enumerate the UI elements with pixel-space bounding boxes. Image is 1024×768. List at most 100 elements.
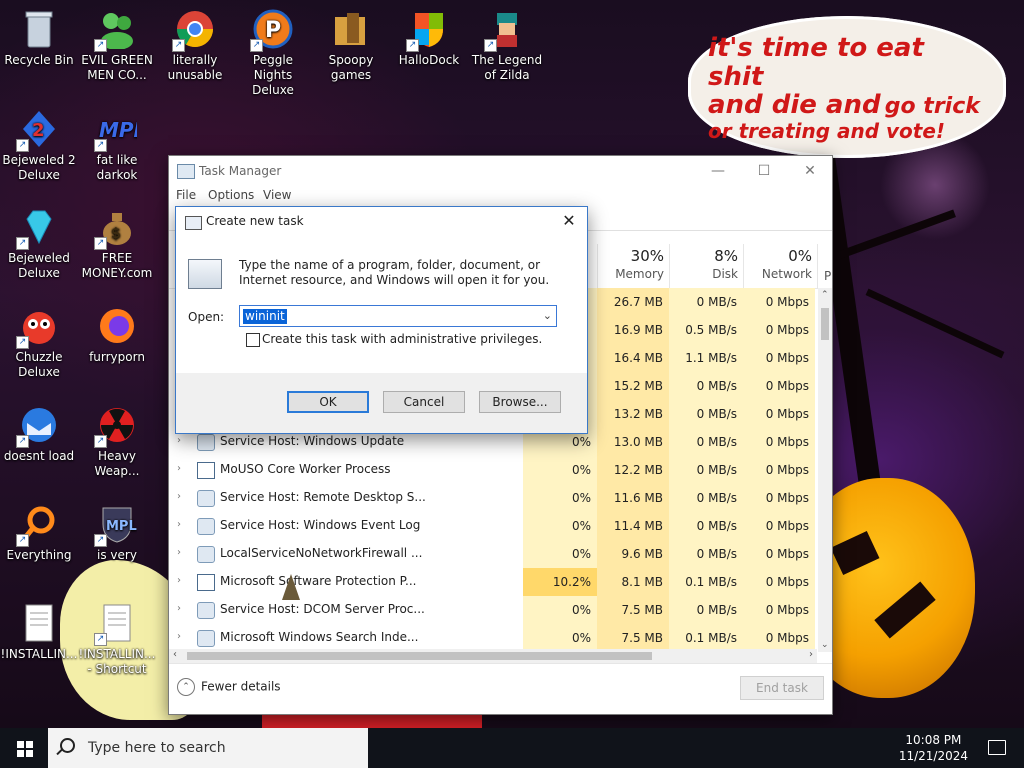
dialog-close-button[interactable]: ✕ bbox=[555, 207, 583, 235]
minimize-button[interactable]: — bbox=[695, 156, 741, 186]
taskbar-search[interactable]: Type here to search bbox=[48, 728, 368, 768]
process-icon bbox=[197, 518, 215, 535]
desktop-icon-spoopy-games[interactable]: Spoopy games bbox=[312, 8, 390, 83]
desktop-icon-zilda[interactable]: ↗ The Legend of Zilda bbox=[468, 8, 546, 83]
network-cell: 0 Mbps bbox=[743, 372, 815, 400]
vertical-scroll-thumb[interactable] bbox=[821, 308, 829, 340]
desktop-icon-hallodock[interactable]: ↗ HalloDock bbox=[390, 8, 468, 68]
desktop-icon-installing[interactable]: !INSTALLIN... bbox=[0, 602, 78, 662]
network-cell: 0 Mbps bbox=[743, 288, 815, 316]
pumpkin-eye bbox=[830, 530, 880, 576]
desktop-icon-firefox[interactable]: furryporn bbox=[78, 305, 156, 365]
table-row[interactable]: › LocalServiceNoNetworkFirewall ... 0% 9.6 … bbox=[169, 540, 819, 568]
menu-file[interactable]: File bbox=[176, 188, 196, 202]
table-row[interactable]: › MoUSO Core Worker Process 0% 12.2 MB 0 MB/… bbox=[169, 456, 819, 484]
vertical-scrollbar[interactable]: ⌃ ⌄ bbox=[818, 288, 832, 652]
table-row[interactable]: › Microsoft Software Protection P... 10.2%… bbox=[169, 568, 819, 596]
table-row[interactable]: › Microsoft Windows Search Inde... 0% 7.5 M… bbox=[169, 624, 819, 652]
horizontal-scrollbar[interactable]: ‹ › bbox=[169, 649, 817, 663]
process-icon bbox=[197, 630, 215, 647]
expand-chevron-icon[interactable]: › bbox=[177, 463, 181, 474]
desktop-icon-thunderbird[interactable]: ↗ doesnt load bbox=[0, 404, 78, 464]
column-partial[interactable]: P bbox=[817, 244, 831, 288]
firefox-icon bbox=[96, 305, 138, 347]
mpl-icon: MPL↗ bbox=[94, 108, 138, 152]
memory-cell: 16.4 MB bbox=[597, 344, 669, 372]
desktop-icon-installing-shortcut[interactable]: ↗ !INSTALLIN... - Shortcut bbox=[78, 602, 156, 677]
desktop-icon-evil-green-men[interactable]: ↗ EVIL GREEN MEN CO... bbox=[78, 8, 156, 83]
speech-bubble-text: it's time to eat shit and die and go tri… bbox=[708, 34, 988, 142]
table-row[interactable]: › Service Host: Remote Desktop S... 0% 11.6… bbox=[169, 484, 819, 512]
admin-privileges-checkbox[interactable] bbox=[246, 333, 260, 347]
system-clock[interactable]: 10:08 PM 11/21/2024 bbox=[899, 732, 968, 764]
menu-view[interactable]: View bbox=[263, 188, 291, 202]
process-name: Service Host: Windows Event Log bbox=[220, 518, 421, 532]
notification-icon[interactable] bbox=[988, 740, 1006, 755]
table-row[interactable]: › Service Host: Windows Event Log 0% 11.4 M… bbox=[169, 512, 819, 540]
fewer-details-button[interactable]: ⌃ Fewer details bbox=[177, 678, 281, 696]
end-task-button[interactable]: End task bbox=[740, 676, 824, 700]
desktop-icon-free-money[interactable]: $ ↗ FREE MONEY.com bbox=[78, 206, 156, 281]
svg-text:2: 2 bbox=[32, 120, 45, 141]
process-icon bbox=[197, 434, 215, 451]
dialog-description: Type the name of a program, folder, docu… bbox=[239, 258, 550, 287]
chevron-up-icon: ⌃ bbox=[177, 678, 195, 696]
disk-cell: 0.5 MB/s bbox=[669, 316, 743, 344]
desktop-icon-recycle-bin[interactable]: Recycle Bin bbox=[0, 8, 78, 68]
memory-cell: 15.2 MB bbox=[597, 372, 669, 400]
horizontal-scroll-thumb[interactable] bbox=[187, 652, 652, 660]
ok-button[interactable]: OK bbox=[287, 391, 369, 413]
expand-chevron-icon[interactable]: › bbox=[177, 435, 181, 446]
desktop-icon-is-very[interactable]: MPL ↗ is very bbox=[78, 503, 156, 563]
desktop-icon-everything[interactable]: ↗ Everything bbox=[0, 503, 78, 563]
desktop-icon-chrome[interactable]: ↗ literally unusable bbox=[156, 8, 234, 83]
disk-cell: 0 MB/s bbox=[669, 400, 743, 428]
expand-chevron-icon[interactable]: › bbox=[177, 575, 181, 586]
expand-chevron-icon[interactable]: › bbox=[177, 491, 181, 502]
table-row[interactable]: › Service Host: DCOM Server Proc... 0% 7.5 … bbox=[169, 596, 819, 624]
memory-cell: 7.5 MB bbox=[597, 624, 669, 652]
recycle-bin-icon bbox=[18, 8, 60, 50]
chevron-down-icon[interactable]: ⌄ bbox=[543, 309, 552, 322]
dialog-icon bbox=[185, 216, 202, 230]
desktop-icon-peggle[interactable]: P ↗ Peggle Nights Deluxe bbox=[234, 8, 312, 98]
desktop-icon-heavy-weapon[interactable]: ↗ Heavy Weap... bbox=[78, 404, 156, 479]
network-cell: 0 Mbps bbox=[743, 624, 815, 652]
process-icon bbox=[197, 574, 215, 591]
desktop-icon-bejeweled[interactable]: ↗ Bejeweled Deluxe bbox=[0, 206, 78, 281]
memory-cell: 11.6 MB bbox=[597, 484, 669, 512]
expand-chevron-icon[interactable]: › bbox=[177, 547, 181, 558]
browse-button[interactable]: Browse... bbox=[479, 391, 561, 413]
windows-logo-icon bbox=[17, 741, 33, 757]
task-manager-menubar: File Options View bbox=[169, 186, 832, 206]
network-cell: 0 Mbps bbox=[743, 400, 815, 428]
process-name: MoUSO Core Worker Process bbox=[220, 462, 391, 476]
network-cell: 0 Mbps bbox=[743, 344, 815, 372]
desktop-icon-bejeweled-2[interactable]: 2 ↗ Bejeweled 2 Deluxe bbox=[0, 108, 78, 183]
open-combobox[interactable]: wininit ⌄ bbox=[239, 305, 557, 327]
open-input-value[interactable]: wininit bbox=[243, 309, 287, 324]
close-button[interactable]: ✕ bbox=[787, 156, 833, 186]
disk-cell: 0 MB/s bbox=[669, 540, 743, 568]
column-network[interactable]: 0% Network bbox=[743, 244, 818, 288]
expand-chevron-icon[interactable]: › bbox=[177, 519, 181, 530]
menu-options[interactable]: Options bbox=[208, 188, 254, 202]
expand-chevron-icon[interactable]: › bbox=[177, 603, 181, 614]
cancel-button[interactable]: Cancel bbox=[383, 391, 465, 413]
disk-cell: 0 MB/s bbox=[669, 372, 743, 400]
maximize-button[interactable]: ☐ bbox=[741, 156, 787, 186]
task-manager-footer: ⌃ Fewer details End task bbox=[169, 663, 832, 714]
task-manager-titlebar[interactable]: Task Manager — ☐ ✕ bbox=[169, 156, 832, 186]
expand-chevron-icon[interactable]: › bbox=[177, 631, 181, 642]
process-name: Service Host: Remote Desktop S... bbox=[220, 490, 426, 504]
column-disk[interactable]: 8% Disk bbox=[669, 244, 744, 288]
thunderbird-icon: ↗ bbox=[16, 404, 60, 448]
start-button[interactable] bbox=[0, 728, 48, 768]
radiation-icon: ↗ bbox=[94, 404, 138, 448]
desktop-icon-fat-like-darkok[interactable]: MPL↗ fat like darkok bbox=[78, 108, 156, 183]
run-program-icon bbox=[188, 259, 222, 289]
column-memory[interactable]: 30% Memory bbox=[597, 244, 670, 288]
desktop-icon-chuzzle[interactable]: ↗ Chuzzle Deluxe bbox=[0, 305, 78, 380]
disk-cell: 0 MB/s bbox=[669, 288, 743, 316]
admin-privileges-label[interactable]: Create this task with administrative pri… bbox=[262, 332, 542, 346]
